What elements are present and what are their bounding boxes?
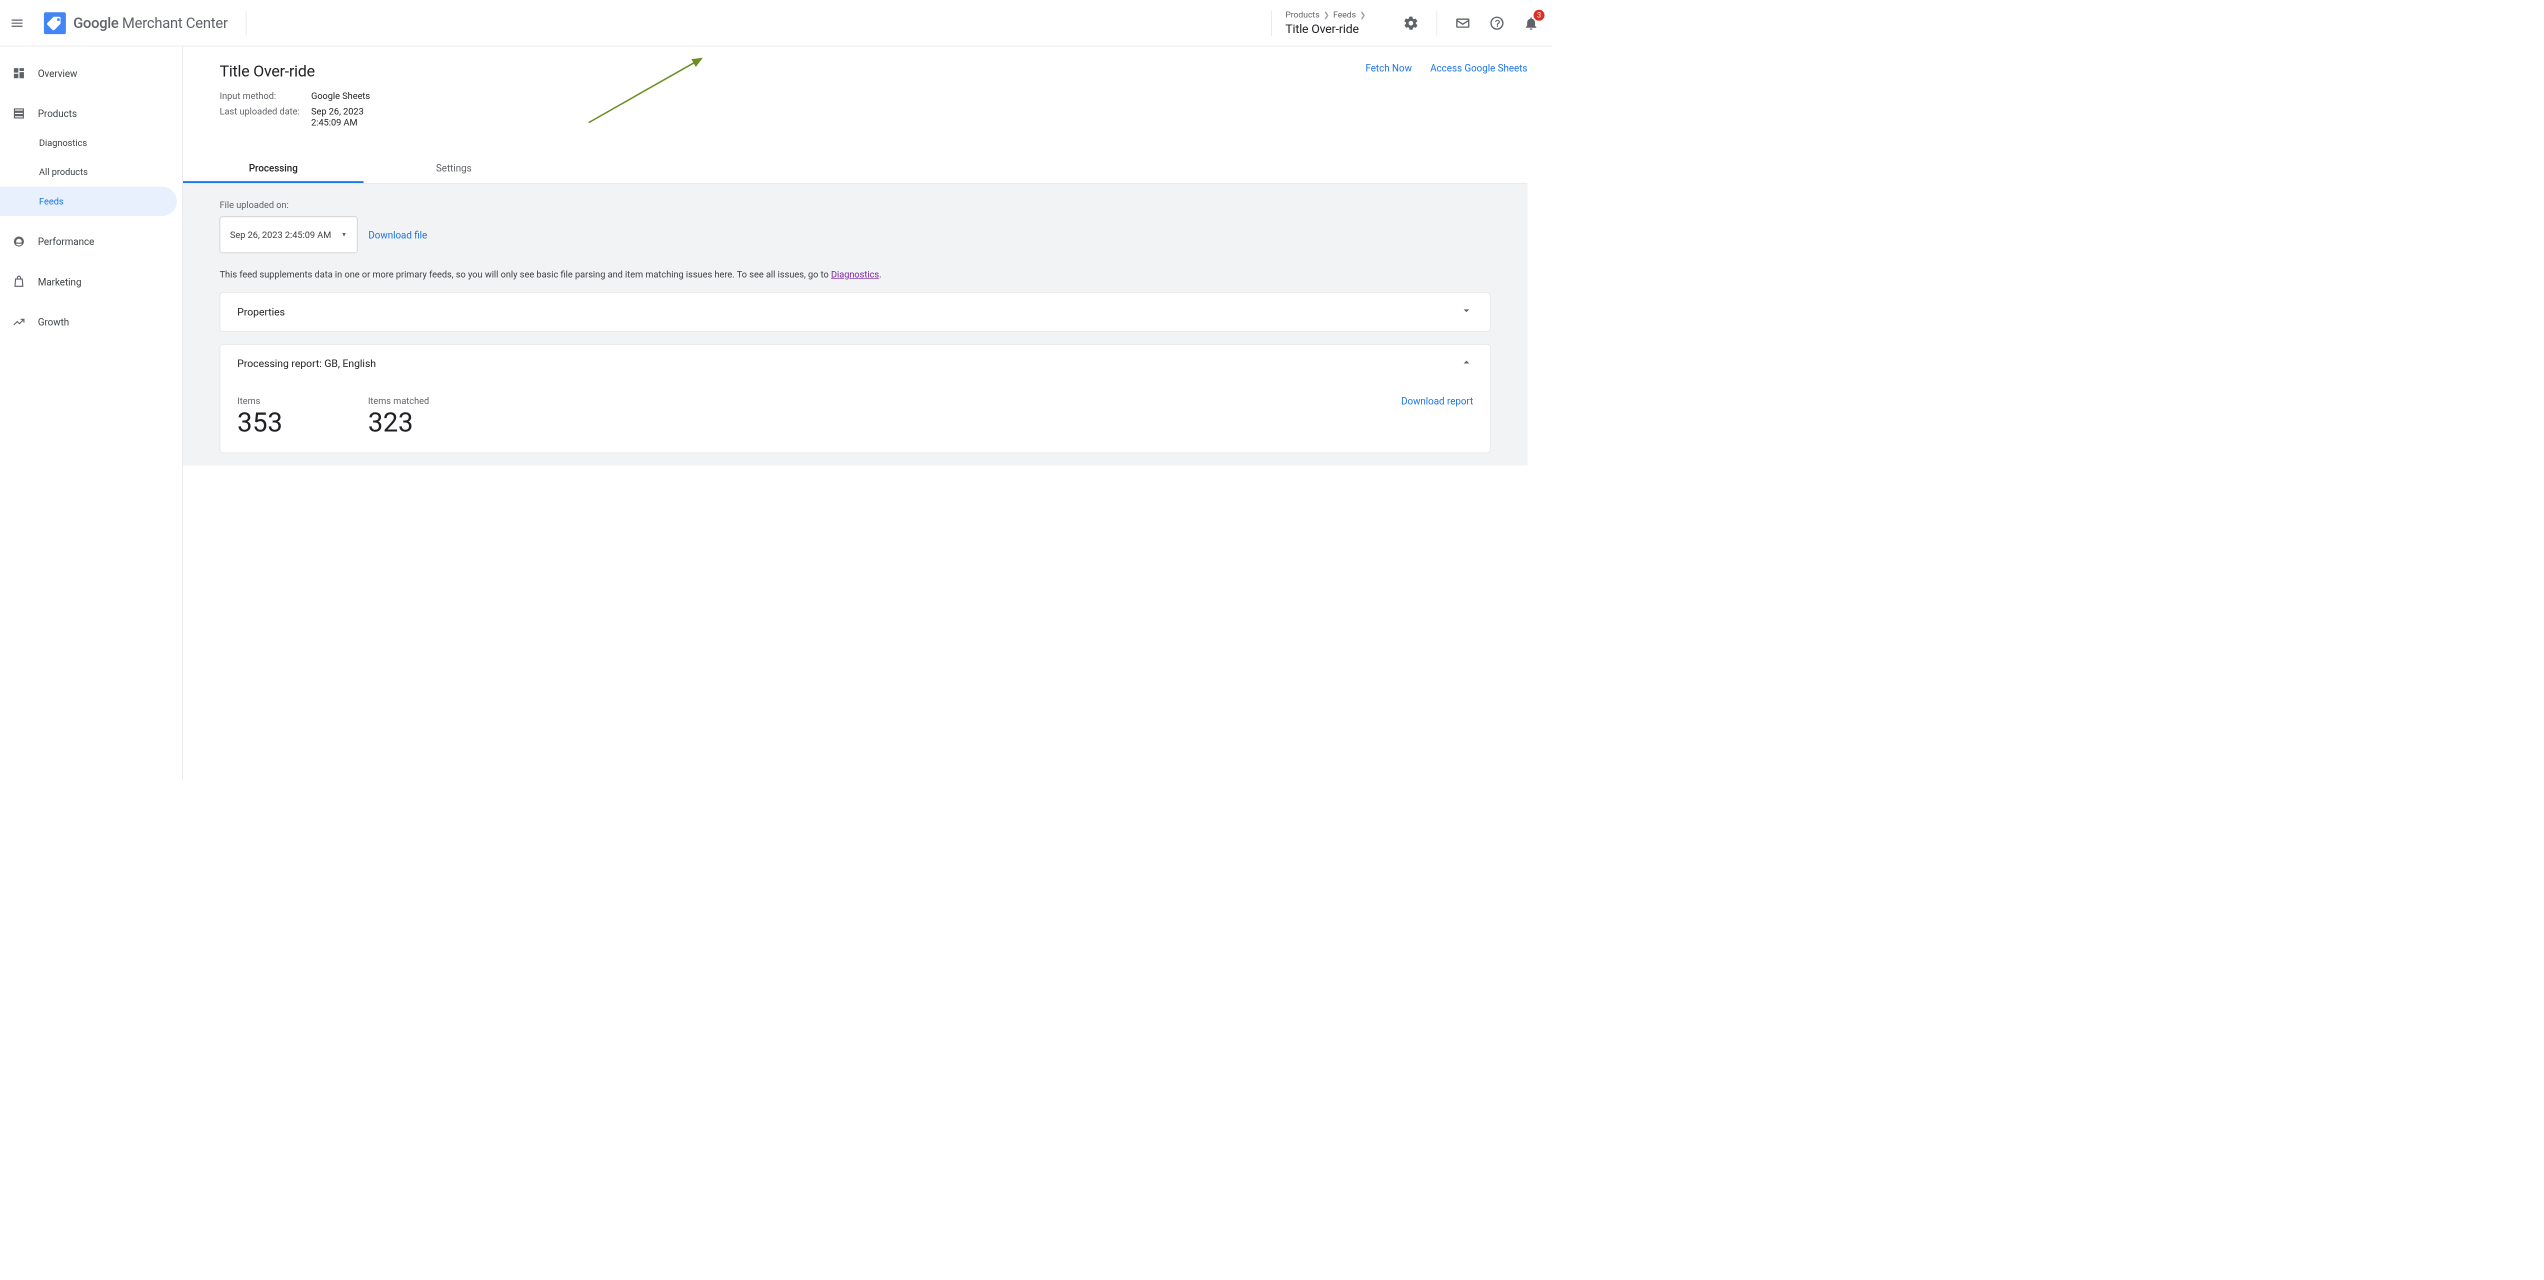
breadcrumb-current: Title Over-ride [1285,21,1365,36]
properties-title: Properties [237,306,285,318]
chevron-right-icon: ❯ [1360,11,1366,20]
main-content: Title Over-ride Fetch Now Access Google … [183,46,1552,780]
metric-items-matched: Items matched 323 [368,395,429,438]
page-title: Title Over-ride [220,62,315,80]
sidebar-label: Marketing [38,276,82,288]
access-google-sheets-button[interactable]: Access Google Sheets [1430,62,1527,74]
feed-meta: Input method: Google Sheets Last uploade… [220,90,1528,128]
sidebar-item-growth[interactable]: Growth [0,307,177,336]
merchant-center-tag-icon [44,12,66,34]
download-file-link[interactable]: Download file [368,229,427,241]
sidebar: Overview Products Diagnostics All produc… [0,46,183,780]
feed-note: This feed supplements data in one or mor… [220,269,1491,280]
fetch-now-button[interactable]: Fetch Now [1365,62,1411,74]
sidebar-label: Overview [38,67,78,79]
mail-icon[interactable] [1454,14,1471,31]
sidebar-item-marketing[interactable]: Marketing [0,267,177,296]
dashboard-icon [12,66,27,79]
metric-items: Items 353 [237,395,282,438]
gear-icon[interactable] [1402,14,1419,31]
breadcrumb-products[interactable]: Products [1285,10,1319,20]
caret-down-icon: ▼ [341,231,347,238]
app-logo[interactable]: Google Merchant Center [44,12,228,34]
breadcrumb: Products ❯ Feeds ❯ [1285,10,1365,20]
properties-card: Properties [220,292,1491,332]
sidebar-item-performance[interactable]: Performance [0,227,177,256]
uploaded-date-value: Sep 26, 2023 2:45:09 AM [311,106,1527,128]
input-method-value: Google Sheets [311,90,1527,101]
sidebar-item-products[interactable]: Products [0,99,177,128]
uploaded-date-label: Last uploaded date: [220,106,312,128]
processing-pane: File uploaded on: Sep 26, 2023 2:45:09 A… [183,184,1527,466]
sidebar-item-diagnostics[interactable]: Diagnostics [0,128,177,157]
tab-processing[interactable]: Processing [183,155,364,183]
sidebar-label: All products [39,167,88,178]
sidebar-label: Products [38,108,77,120]
sidebar-item-all-products[interactable]: All products [0,157,177,186]
trending-up-icon [12,315,27,328]
notification-badge: 3 [1534,9,1545,20]
sidebar-label: Performance [38,236,94,248]
input-method-label: Input method: [220,90,312,101]
file-uploaded-label: File uploaded on: [220,199,1491,210]
diagnostics-link[interactable]: Diagnostics [831,269,879,280]
metric-label: Items matched [368,395,429,406]
sidebar-label: Feeds [39,196,64,207]
chevron-down-icon [1460,304,1473,320]
report-title: Processing report: GB, English [237,358,376,370]
report-card-header[interactable]: Processing report: GB, English [220,345,1490,383]
metric-value: 353 [237,406,282,438]
download-report-link[interactable]: Download report [1401,395,1473,407]
performance-icon [12,235,27,248]
tabs: Processing Settings [183,155,1527,184]
app-header: Google Merchant Center Products ❯ Feeds … [0,0,1552,46]
report-card: Processing report: GB, English Items 353… [220,344,1491,453]
tab-settings[interactable]: Settings [364,155,545,183]
hamburger-menu-icon[interactable] [7,13,27,33]
metric-value: 323 [368,406,429,438]
picker-value: Sep 26, 2023 2:45:09 AM [230,229,331,240]
breadcrumb-feeds[interactable]: Feeds [1333,10,1356,20]
metric-label: Items [237,395,282,406]
chevron-up-icon [1460,356,1473,372]
help-icon[interactable] [1488,14,1505,31]
divider [1437,11,1438,35]
properties-card-header[interactable]: Properties [220,293,1490,331]
chevron-right-icon: ❯ [1323,11,1329,20]
sidebar-item-feeds[interactable]: Feeds [0,187,177,216]
app-title: Google Merchant Center [73,14,228,31]
upload-date-picker[interactable]: Sep 26, 2023 2:45:09 AM ▼ [220,217,358,254]
header-icons: 3 [1402,11,1539,35]
sidebar-label: Diagnostics [39,137,87,148]
breadcrumb-block: Products ❯ Feeds ❯ Title Over-ride [1271,10,1365,36]
sidebar-label: Growth [38,316,69,328]
shopping-bag-icon [12,275,27,288]
divider [246,11,247,35]
list-icon [12,107,27,120]
sidebar-item-overview[interactable]: Overview [0,59,177,88]
notifications-icon[interactable]: 3 [1523,14,1540,31]
